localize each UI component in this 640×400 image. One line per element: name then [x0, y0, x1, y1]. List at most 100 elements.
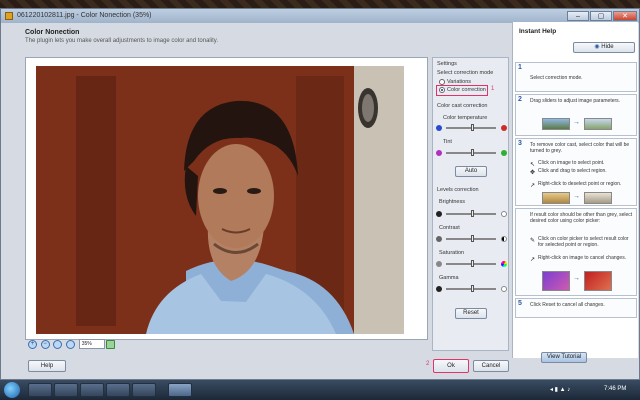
step-number: 2 — [518, 96, 522, 103]
step4-bullet: Right-click on image to cancel changes. — [538, 255, 627, 261]
step-number: 3 — [518, 140, 522, 147]
step4-after-thumbnail — [584, 271, 612, 291]
taskbar-ie-icon[interactable] — [28, 383, 52, 397]
settings-title: Settings — [437, 61, 457, 67]
dialog-footer: Help 2 Ok Cancel — [0, 356, 638, 373]
image-toolbar: + − 35% — [28, 339, 117, 351]
window-title: 061220102811.jpg - Color Nonection (35%) — [17, 12, 152, 19]
taskbar-app-icon[interactable] — [132, 383, 156, 397]
title-bar[interactable]: 061220102811.jpg - Color Nonection (35%)… — [1, 9, 639, 23]
contrast-thumb[interactable] — [471, 235, 474, 242]
help-step-5: 5 Click Reset to cancel all changes. — [515, 298, 637, 318]
arrow-right-icon: → — [573, 275, 580, 282]
mode-label: Select correction mode — [437, 70, 494, 76]
light-icon — [501, 211, 507, 217]
step3-bullet: Right-click to deselect point or region. — [538, 181, 622, 187]
zoom-out-icon[interactable]: − — [40, 339, 50, 349]
step-number: 5 — [518, 300, 522, 307]
color-correction-option[interactable]: Color correction — [447, 87, 486, 93]
gamma-dark-icon — [436, 286, 442, 292]
taskbar-explorer-icon[interactable] — [54, 383, 78, 397]
brightness-label: Brightness — [439, 199, 465, 205]
plugin-subtitle: The plugin lets you make overall adjustm… — [25, 38, 218, 44]
minimize-button[interactable]: – — [567, 11, 589, 21]
clock-time: 7:46 PM — [604, 386, 627, 392]
step3-after-thumbnail — [584, 192, 612, 204]
pointer-icon: ↖ — [530, 162, 536, 168]
help-step-4: If result color should be other than gre… — [515, 208, 637, 296]
green-color-icon — [501, 150, 507, 156]
step2-after-thumbnail — [584, 118, 612, 130]
plugin-title: Color Nonection — [25, 29, 80, 36]
cancel-button[interactable]: Cancel — [473, 360, 509, 372]
brightness-thumb[interactable] — [471, 210, 474, 217]
maximize-button[interactable]: ▢ — [590, 11, 612, 21]
help-step-2: 2 Drag sliders to adjust image parameter… — [515, 94, 637, 136]
color-correction-radio[interactable] — [439, 87, 445, 93]
arrow-right-icon: → — [573, 119, 580, 126]
saturation-thumb[interactable] — [471, 260, 474, 267]
drag-icon: ✥ — [530, 170, 536, 176]
step3-bullet: Click and drag to select region. — [538, 168, 607, 174]
fit-to-window-icon[interactable] — [53, 339, 63, 349]
color-cast-title: Color cast correction — [437, 103, 488, 109]
step-text: Select correction mode. — [530, 75, 583, 81]
step-text: Drag sliders to adjust image parameters. — [530, 98, 621, 104]
color-temperature-thumb[interactable] — [471, 124, 474, 131]
help-button[interactable]: Help — [28, 360, 66, 372]
actual-size-icon[interactable] — [66, 339, 76, 349]
step-text: If result color should be other than gre… — [530, 212, 633, 224]
hide-help-button[interactable]: ◉ Hide — [573, 42, 635, 53]
tray-icons[interactable]: ◂ ▮ ▲ ♪ — [550, 386, 570, 393]
saturate-icon — [501, 261, 507, 267]
instant-help-title: Instant Help — [519, 28, 557, 35]
gamma-thumb[interactable] — [471, 285, 474, 292]
cool-color-icon — [436, 125, 442, 131]
start-button[interactable] — [4, 382, 20, 398]
taskbar-player-icon[interactable] — [80, 383, 104, 397]
help-step-3: 3 To remove color cast, select color tha… — [515, 138, 637, 206]
step2-before-thumbnail — [542, 118, 570, 130]
app-icon — [5, 12, 13, 20]
step4-before-thumbnail — [542, 271, 570, 291]
preview-image[interactable] — [36, 66, 404, 334]
step-text: To remove color cast, select color that … — [530, 142, 630, 154]
hide-label: Hide — [601, 44, 614, 50]
compare-icon[interactable] — [106, 339, 116, 349]
step4-bullet: Click on color picker to select result c… — [538, 236, 629, 248]
right-click-icon: ↗ — [530, 257, 536, 263]
settings-panel: Settings Select correction mode Variatio… — [432, 57, 509, 351]
step-text: Click Reset to cancel all changes. — [530, 302, 605, 308]
zoom-in-icon[interactable]: + — [28, 339, 37, 349]
step-number: 1 — [518, 64, 522, 71]
magenta-color-icon — [436, 150, 442, 156]
tint-thumb[interactable] — [471, 149, 474, 156]
gamma-light-icon — [501, 286, 507, 292]
reset-button[interactable]: Reset — [455, 308, 487, 319]
annotation-marker-1: 1 — [491, 86, 495, 92]
plugin-header: Color Nonection The plugin lets you make… — [25, 29, 218, 44]
color-temperature-label: Color temperature — [443, 115, 488, 121]
close-button[interactable]: ✕ — [613, 11, 637, 21]
taskbar: ◂ ▮ ▲ ♪ 7:46 PM — [0, 380, 640, 400]
ok-button[interactable]: Ok — [433, 359, 469, 373]
help-step-1: 1 Select correction mode. — [515, 62, 637, 92]
portrait-photo — [36, 66, 404, 334]
step3-before-thumbnail — [542, 192, 570, 204]
image-preview-panel — [25, 57, 428, 340]
color-picker-icon: ✎ — [530, 238, 536, 244]
taskbar-browser-icon[interactable] — [106, 383, 130, 397]
high-contrast-icon — [501, 236, 507, 242]
dark-icon — [436, 211, 442, 217]
right-click-icon: ↗ — [530, 183, 536, 189]
low-contrast-icon — [436, 236, 442, 242]
levels-title: Levels correction — [437, 187, 479, 193]
auto-button[interactable]: Auto — [455, 166, 487, 177]
warm-color-icon — [501, 125, 507, 131]
desaturate-icon — [436, 261, 442, 267]
annotation-marker-2: 2 — [426, 361, 430, 367]
contrast-label: Contrast — [439, 225, 460, 231]
taskbar-active-app-icon[interactable] — [168, 383, 192, 397]
step3-bullet: Click on image to select point. — [538, 160, 605, 166]
zoom-level-field[interactable]: 35% — [78, 339, 105, 349]
